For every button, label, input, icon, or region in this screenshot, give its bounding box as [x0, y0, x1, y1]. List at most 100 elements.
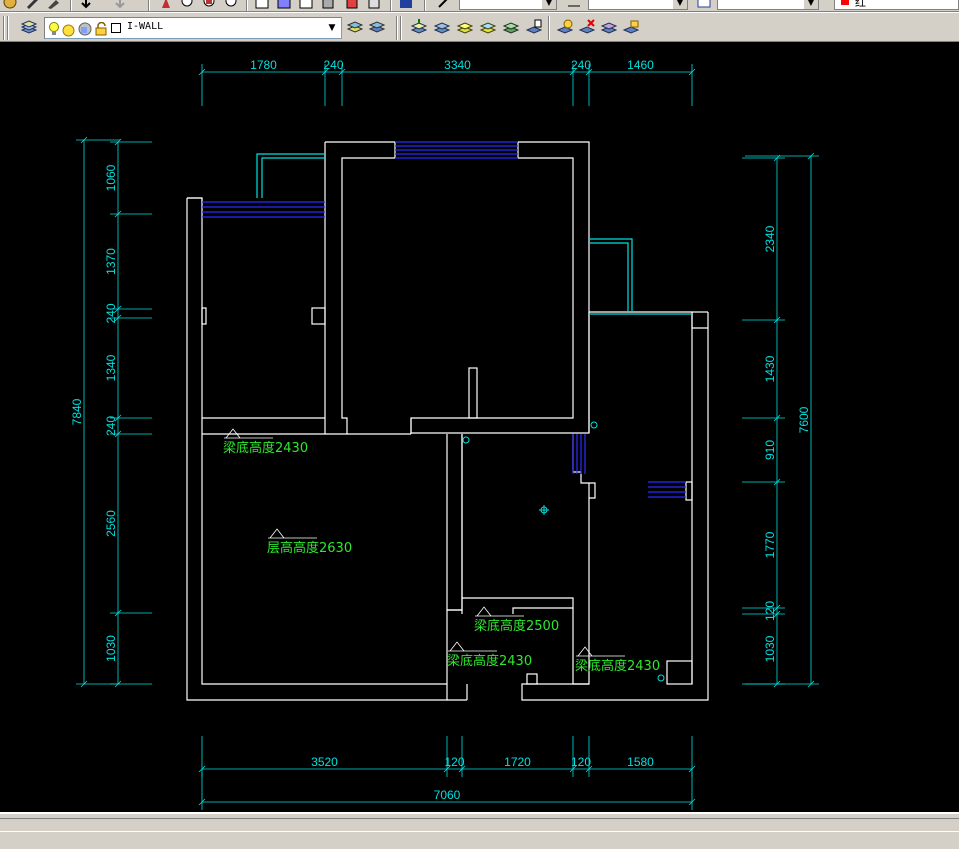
layer-properties-icon[interactable]	[20, 18, 38, 36]
dimension-text: 3520	[311, 755, 338, 769]
chevron-down-icon: ▼	[328, 23, 336, 33]
table-style-combo[interactable]: ▼	[717, 0, 819, 10]
sun-freeze-icon	[62, 22, 75, 37]
elevation-marker: 梁底高度2500	[474, 606, 559, 634]
pan-icon[interactable]	[158, 0, 174, 10]
lightbulb-icon	[49, 21, 59, 35]
separator	[70, 0, 72, 11]
annotations: 梁底高度2430 层高高度2630 梁底高度2500 梁底高度2430 梁底高度2430	[223, 428, 660, 674]
dimension-text: 1770	[763, 531, 777, 558]
elevation-marker: 层高高度2630	[267, 528, 352, 556]
color-swatch	[841, 0, 849, 5]
layer-color-swatch	[111, 23, 121, 33]
annotation-label: 梁底高度2430	[223, 440, 308, 456]
floor-plan[interactable]: 1780 240 3340 240 1460 3520 120 1720 120 1580 7060…	[0, 42, 959, 812]
dimension-text: 240	[104, 416, 118, 436]
dimension-text: 2340	[763, 225, 777, 252]
separator	[246, 0, 248, 11]
make-object-layer-current-icon[interactable]	[346, 18, 364, 36]
layers-toolbar: I-WALL ▼	[0, 12, 959, 42]
dimension-text: 1060	[104, 164, 118, 191]
workspace-icon[interactable]	[436, 0, 452, 10]
calculator-icon[interactable]	[366, 0, 382, 10]
table-style-icon[interactable]	[696, 0, 712, 10]
dimension-text: 1780	[250, 58, 277, 72]
elevation-symbol	[268, 528, 317, 539]
markup-icon[interactable]	[344, 0, 360, 10]
drawing-canvas[interactable]: 1780 240 3340 240 1460 3520 120 1720 120 1580 7060…	[0, 42, 959, 812]
toolbar-grip	[400, 16, 402, 40]
dimension-text: 120	[444, 755, 464, 769]
annotation-label: 层高高度2630	[267, 540, 352, 556]
command-line-area[interactable]	[0, 812, 959, 849]
annotation-label: 梁底高度2500	[474, 618, 559, 634]
sheet-set-icon[interactable]	[320, 0, 336, 10]
layer-lock-icon[interactable]	[556, 18, 574, 36]
text-style-combo[interactable]: ▼	[459, 0, 557, 10]
zoom-previous-icon[interactable]	[224, 0, 240, 10]
elevation-marker: 梁底高度2430	[447, 641, 532, 669]
layer-off-icon[interactable]	[456, 18, 474, 36]
help-icon[interactable]	[398, 0, 414, 10]
separator	[148, 0, 150, 11]
cad-window: ▼ ▼ ▼ 红 I-WALL ▼ 1780 240 3340 240 1460 …	[0, 0, 959, 849]
layer-name: I-WALL	[127, 21, 164, 32]
tool-palettes-icon[interactable]	[298, 0, 314, 10]
dimension-text: 120	[571, 755, 591, 769]
command-line[interactable]	[0, 818, 959, 832]
status-bar	[0, 836, 959, 849]
layer-match-icon[interactable]	[502, 18, 520, 36]
dimension-text: 240	[104, 303, 118, 323]
layer-combo[interactable]: I-WALL ▼	[44, 17, 342, 39]
dimension-text: 1370	[104, 248, 118, 275]
layer-unisolate-icon[interactable]	[433, 18, 451, 36]
layer-isolate-icon[interactable]	[410, 18, 428, 36]
dimension-text: 1460	[627, 58, 654, 72]
color-combo[interactable]: 红	[834, 0, 959, 10]
chevron-down-icon: ▼	[673, 0, 687, 9]
viewport-freeze-icon	[78, 21, 92, 36]
elevation-marker: 梁底高度2430	[223, 428, 308, 456]
properties-icon[interactable]	[254, 0, 270, 10]
dimension-text: 240	[571, 58, 591, 72]
dimension-text: 7060	[434, 788, 461, 802]
separator	[390, 0, 392, 11]
brush-icon[interactable]	[46, 0, 62, 10]
open-icon[interactable]	[2, 0, 18, 10]
elevation-marker: 梁底高度2430	[575, 646, 660, 674]
toolbar-grip	[7, 16, 9, 40]
elevation-symbol	[448, 641, 497, 652]
dimension-text: 1340	[104, 354, 118, 381]
fixtures	[462, 421, 665, 682]
dimension-text: 120	[763, 601, 777, 621]
separator	[548, 16, 550, 40]
dim-style-combo[interactable]: ▼	[588, 0, 688, 10]
separator	[424, 0, 426, 11]
pencil-icon[interactable]	[24, 0, 40, 10]
chevron-down-icon: ▼	[804, 0, 818, 9]
chevron-down-icon: ▼	[542, 0, 556, 9]
toolbar-grip[interactable]	[396, 16, 398, 40]
color-label: 红	[855, 0, 866, 9]
undo-icon[interactable]	[78, 0, 94, 10]
dimension-text: 2560	[104, 510, 118, 537]
elevation-symbol	[576, 646, 625, 657]
layer-delete-icon[interactable]	[578, 18, 596, 36]
design-center-icon[interactable]	[276, 0, 292, 10]
annotation-label: 梁底高度2430	[447, 653, 532, 669]
layer-merge-icon[interactable]	[600, 18, 618, 36]
toolbar-grip[interactable]	[3, 16, 5, 40]
dimension-text: 1580	[627, 755, 654, 769]
lock-icon	[95, 21, 108, 36]
dim-style-icon[interactable]	[566, 0, 582, 10]
dimension-text: 7600	[797, 406, 811, 433]
zoom-realtime-icon[interactable]	[180, 0, 196, 10]
redo-icon[interactable]	[112, 0, 128, 10]
layer-change-icon[interactable]	[525, 18, 543, 36]
zoom-window-icon[interactable]	[202, 0, 218, 10]
dimension-text: 910	[763, 440, 777, 460]
layer-freeze-icon[interactable]	[479, 18, 497, 36]
layer-unlock-icon[interactable]	[622, 18, 640, 36]
balcony-outlines	[256, 153, 692, 315]
layer-previous-icon[interactable]	[368, 18, 386, 36]
